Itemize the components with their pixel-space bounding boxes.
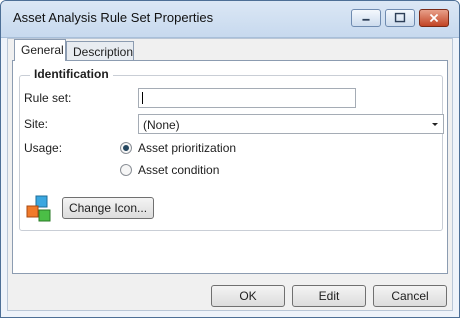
site-select[interactable]: (None) — [138, 114, 444, 134]
dialog-body: General Description Identification Rule … — [7, 38, 453, 311]
change-icon-button[interactable]: Change Icon... — [62, 197, 154, 219]
usage-option-label[interactable]: Asset prioritization — [138, 141, 236, 155]
close-button[interactable] — [419, 9, 449, 27]
site-selected-value: (None) — [143, 118, 180, 132]
ok-button[interactable]: OK — [211, 285, 285, 307]
tab-description-label: Description — [73, 45, 134, 59]
identification-group: Identification Rule set: Site: (None) Us… — [19, 67, 444, 231]
general-tab-panel: Identification Rule set: Site: (None) Us… — [12, 60, 448, 274]
rule-set-label: Rule set: — [24, 91, 72, 105]
colored-cubes-icon — [26, 195, 51, 222]
maximize-icon — [394, 12, 406, 23]
identification-title: Identification — [30, 67, 113, 81]
usage-option-label[interactable]: Asset condition — [138, 163, 219, 177]
text-caret — [142, 92, 143, 104]
rule-set-input[interactable] — [138, 88, 356, 108]
properties-dialog: Asset Analysis Rule Set Properties Gener… — [0, 0, 460, 318]
usage-label: Usage: — [24, 141, 63, 155]
tab-general-label: General — [21, 43, 64, 57]
cancel-button[interactable]: Cancel — [373, 285, 447, 307]
edit-button[interactable]: Edit — [292, 285, 366, 307]
minimize-icon — [362, 18, 370, 21]
usage-radio-asset-prioritization[interactable] — [120, 142, 132, 154]
usage-radio-asset-condition[interactable] — [120, 164, 132, 176]
dropdown-arrow-icon[interactable] — [429, 118, 441, 130]
dialog-title: Asset Analysis Rule Set Properties — [13, 10, 214, 25]
maximize-button[interactable] — [385, 9, 415, 27]
close-icon — [429, 13, 439, 23]
tab-description[interactable]: Description — [66, 41, 134, 61]
title-bar: Asset Analysis Rule Set Properties — [1, 1, 459, 38]
tab-general[interactable]: General — [14, 39, 66, 61]
site-label: Site: — [24, 117, 49, 131]
minimize-button[interactable] — [351, 9, 381, 27]
